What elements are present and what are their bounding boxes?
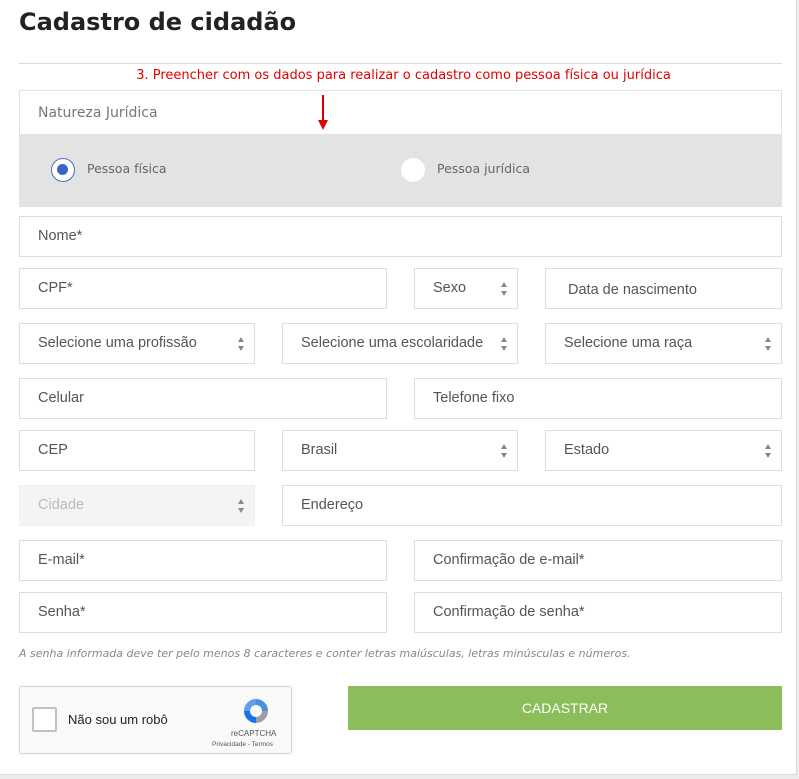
recaptcha-widget: Não sou um robô reCAPTCHA Privacidade - … (19, 686, 292, 754)
select-arrows-icon (765, 337, 772, 351)
escolaridade-placeholder: Selecione uma escolaridade (301, 335, 484, 351)
radio-pessoa-juridica[interactable] (401, 158, 425, 182)
raca-select[interactable]: Selecione uma raça (545, 323, 782, 364)
sexo-placeholder: Sexo (433, 280, 467, 296)
cpf-input[interactable]: CPF* (19, 268, 387, 309)
select-arrows-icon (501, 337, 508, 351)
cadastrar-button[interactable]: CADASTRAR (348, 686, 782, 730)
email-input[interactable]: E-mail* (19, 540, 387, 581)
instruction-annotation: 3. Preencher com os dados para realizar … (136, 68, 671, 83)
recaptcha-links[interactable]: Privacidade - Termos (212, 741, 273, 748)
registration-card: Cadastro de cidadão 3. Preencher com os … (0, 0, 797, 775)
senha-confirm-placeholder: Confirmação de senha* (433, 604, 585, 620)
select-arrows-icon (765, 444, 772, 458)
cep-input[interactable]: CEP (19, 430, 255, 471)
radio-label-pessoa-juridica[interactable]: Pessoa jurídica (437, 161, 530, 176)
data-nascimento-placeholder: Data de nascimento (568, 282, 697, 298)
telefone-fixo-placeholder: Telefone fixo (433, 390, 515, 406)
email-confirm-input[interactable]: Confirmação de e-mail* (414, 540, 782, 581)
select-arrows-icon (238, 337, 245, 351)
natureza-options: Pessoa física Pessoa jurídica (20, 134, 781, 207)
estado-select[interactable]: Estado (545, 430, 782, 471)
nome-placeholder: Nome* (38, 228, 83, 244)
senha-input[interactable]: Senha* (19, 592, 387, 633)
radio-label-pessoa-fisica[interactable]: Pessoa física (87, 161, 166, 176)
cidade-select[interactable]: Cidade (19, 485, 255, 526)
cep-placeholder: CEP (38, 442, 68, 458)
pais-value: Brasil (301, 442, 338, 458)
estado-placeholder: Estado (564, 442, 610, 458)
data-nascimento-input[interactable]: Data de nascimento (545, 268, 782, 309)
email-confirm-placeholder: Confirmação de e-mail* (433, 552, 585, 568)
recaptcha-label: Não sou um robô (68, 712, 168, 727)
endereco-placeholder: Endereço (301, 497, 364, 513)
page-title: Cadastro de cidadão (19, 8, 297, 36)
select-arrows-icon (501, 282, 508, 296)
natureza-juridica-label: Natureza Jurídica (38, 105, 158, 121)
select-arrows-icon (501, 444, 508, 458)
celular-input[interactable]: Celular (19, 378, 387, 419)
celular-placeholder: Celular (38, 390, 84, 406)
cidade-placeholder: Cidade (38, 497, 84, 513)
natureza-juridica-group: Natureza Jurídica Pessoa física Pessoa j… (19, 90, 782, 207)
profissao-placeholder: Selecione uma profissão (38, 335, 197, 351)
password-hint: A senha informada deve ter pelo menos 8 … (19, 647, 631, 660)
recaptcha-logo-icon (244, 699, 268, 723)
nome-input[interactable]: Nome* (19, 216, 782, 257)
profissao-select[interactable]: Selecione uma profissão (19, 323, 255, 364)
escolaridade-select[interactable]: Selecione uma escolaridade (282, 323, 518, 364)
telefone-fixo-input[interactable]: Telefone fixo (414, 378, 782, 419)
cpf-placeholder: CPF* (38, 280, 73, 296)
sexo-select[interactable]: Sexo (414, 268, 518, 309)
raca-placeholder: Selecione uma raça (564, 335, 693, 351)
email-placeholder: E-mail* (38, 552, 85, 568)
recaptcha-brand: reCAPTCHA (231, 729, 277, 738)
title-divider (19, 63, 782, 64)
recaptcha-checkbox[interactable] (32, 707, 57, 732)
select-arrows-icon (238, 499, 245, 513)
senha-confirm-input[interactable]: Confirmação de senha* (414, 592, 782, 633)
pais-select[interactable]: Brasil (282, 430, 518, 471)
radio-pessoa-fisica[interactable] (51, 158, 75, 182)
senha-placeholder: Senha* (38, 604, 86, 620)
endereco-input[interactable]: Endereço (282, 485, 782, 526)
